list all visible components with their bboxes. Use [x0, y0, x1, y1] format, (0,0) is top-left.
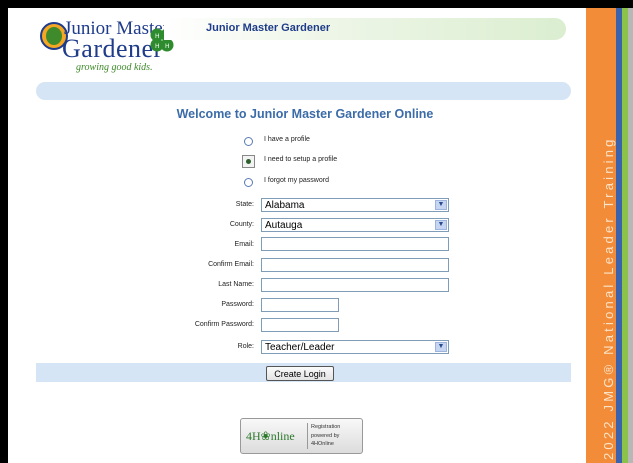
- badge-line3: 4HOnline: [311, 441, 334, 447]
- county-value: Autauga: [265, 220, 303, 231]
- confirm-password-label: Confirm Password:: [194, 321, 254, 328]
- logo-tagline: growing good kids.: [76, 62, 153, 73]
- badge-line1: Registration: [311, 424, 341, 430]
- registration-page: Junior Master Gardener H H H H growing g…: [24, 8, 587, 463]
- create-login-button[interactable]: Create Login: [266, 366, 334, 381]
- svg-text:H: H: [155, 33, 160, 40]
- svg-text:H: H: [165, 43, 170, 50]
- chevron-down-icon[interactable]: ▼: [435, 342, 447, 352]
- password-label: Password:: [221, 301, 254, 308]
- confirm-email-field[interactable]: [261, 258, 449, 272]
- page-title: Junior Master Gardener: [206, 22, 331, 34]
- radio-label: I need to setup a profile: [264, 156, 338, 163]
- leaf-icon: [46, 27, 62, 45]
- window-border-top: [0, 0, 633, 8]
- role-select[interactable]: Teacher/Leader ▼: [261, 340, 449, 354]
- password-field[interactable]: [261, 298, 339, 312]
- email-label: Email:: [234, 241, 254, 248]
- radio-label: I forgot my password: [264, 177, 329, 184]
- welcome-heading: Welcome to Junior Master Gardener Online: [176, 107, 434, 121]
- side-stripe-gray: [628, 8, 633, 463]
- county-label: County:: [229, 221, 254, 228]
- last-name-field[interactable]: [261, 278, 449, 292]
- window-border-left: [0, 0, 8, 463]
- chevron-down-icon[interactable]: ▼: [435, 220, 447, 230]
- radio-button[interactable]: [244, 178, 253, 187]
- confirm-email-label: Confirm Email:: [208, 261, 254, 268]
- 4honline-logo: 4H❀nline: [246, 429, 295, 443]
- last-name-label: Last Name:: [218, 281, 254, 288]
- radio-button[interactable]: [244, 137, 253, 146]
- browser-frame: Junior Master Gardener H H H H growing g…: [0, 0, 633, 463]
- svg-text:H: H: [155, 43, 160, 50]
- nav-bar: [36, 82, 571, 100]
- side-banner-text: 2022 JMG® National Leader Training: [601, 136, 616, 460]
- county-select[interactable]: Autauga ▼: [261, 218, 449, 232]
- radio-button-selected[interactable]: [242, 155, 255, 168]
- state-select[interactable]: Alabama ▼: [261, 198, 449, 212]
- confirm-password-field[interactable]: [261, 318, 339, 332]
- email-field[interactable]: [261, 237, 449, 251]
- radio-label: I have a profile: [264, 136, 310, 143]
- state-label: State:: [235, 201, 254, 208]
- 4honline-badge[interactable]: 4H❀nline Registration powered by 4HOnlin…: [240, 418, 363, 454]
- role-label: Role:: [237, 343, 254, 350]
- badge-line2: powered by: [311, 433, 340, 439]
- role-value: Teacher/Leader: [265, 342, 335, 353]
- chevron-down-icon[interactable]: ▼: [435, 200, 447, 210]
- state-value: Alabama: [265, 200, 305, 211]
- badge-divider: [307, 423, 308, 449]
